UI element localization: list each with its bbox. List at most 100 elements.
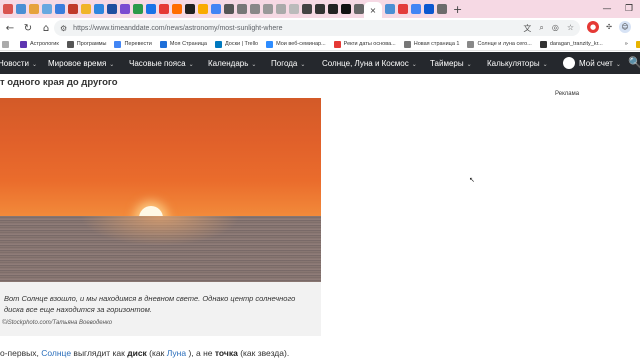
bookmark-label: Программы [76, 41, 107, 47]
tab-favicon[interactable] [385, 4, 395, 14]
nav-label: Солнце, Луна и Космос [322, 59, 409, 68]
search-icon[interactable]: 🔍 [628, 56, 640, 69]
nav-world-time[interactable]: Мировое время ⌄ [48, 59, 114, 68]
nav-calendar[interactable]: Календарь ⌄ [208, 59, 256, 68]
photo-sky [0, 98, 321, 216]
bookmark-favicon-icon [333, 40, 341, 48]
bookmark-item[interactable]: Моя Страница [159, 40, 207, 48]
nav-time-zones[interactable]: Часовые пояса ⌄ [129, 59, 194, 68]
tab-favicon[interactable] [120, 4, 130, 14]
site-info-icon[interactable]: ⚙ [60, 24, 67, 33]
tab-favicon[interactable] [328, 4, 338, 14]
tab-favicon[interactable] [237, 4, 247, 14]
tab-favicon[interactable] [81, 4, 91, 14]
tab-favicon[interactable] [341, 4, 351, 14]
tab-favicon[interactable] [424, 4, 434, 14]
tab-favicon[interactable] [276, 4, 286, 14]
new-tab-button[interactable]: + [453, 3, 462, 16]
chevron-down-icon: ⌄ [300, 62, 306, 68]
bookmark-item[interactable]: Астрологик [20, 40, 59, 48]
tab-favicon[interactable] [185, 4, 195, 14]
nav-my-account[interactable]: Мой счет ⌄ [579, 59, 621, 68]
reload-button[interactable]: ↻ [20, 20, 36, 36]
bookmark-favicon-icon [159, 40, 167, 48]
tab-favicon[interactable] [315, 4, 325, 14]
bookmark-favicon-icon [215, 40, 222, 48]
bookmark-item[interactable]: Рекги даты основа... [333, 40, 396, 48]
tab-favicon[interactable] [411, 4, 421, 14]
browser-toolbar: ← ↻ ⌂ ⚙ https://www.timeanddate.com/news… [0, 18, 640, 38]
profile-icon[interactable]: ☺ [619, 21, 631, 33]
bookmark-item[interactable]: Доски | Trello [215, 40, 258, 48]
nav-news[interactable]: Новости ⌄ [0, 59, 37, 68]
tab-favicon[interactable] [302, 4, 312, 14]
tab-favicon[interactable] [16, 4, 26, 14]
extensions-puzzle-icon[interactable]: ✣ [603, 21, 615, 33]
nav-label: Мировое время [48, 59, 107, 68]
tab-favicon[interactable] [289, 4, 299, 14]
bookmark-favicon-icon [20, 40, 27, 48]
extension-icon[interactable]: ● [587, 21, 599, 33]
photo-caption: Вот Солнце взошло, и мы находимся в днев… [4, 294, 296, 314]
bookmarks-overflow-button[interactable]: » [625, 41, 628, 47]
tab-favicon[interactable] [211, 4, 221, 14]
tab-favicon[interactable] [3, 4, 13, 14]
tab-favicon[interactable] [437, 4, 447, 14]
bookmark-label: Моя Страница [169, 41, 207, 47]
account-icon[interactable] [563, 57, 575, 69]
nav-weather[interactable]: Погода ⌄ [271, 59, 305, 68]
translate-icon[interactable]: 文 [523, 23, 531, 34]
tab-favicon[interactable] [224, 4, 234, 14]
para-text: (как звезда). [237, 348, 290, 358]
moon-link[interactable]: Луна [167, 348, 186, 358]
para-bold: диск [127, 348, 147, 358]
nav-sun-moon-space[interactable]: Солнце, Луна и Космос ⌄ [322, 59, 417, 68]
nav-timers[interactable]: Таймеры ⌄ [430, 59, 472, 68]
zoom-icon[interactable]: ⌕ [539, 23, 543, 34]
minimize-button[interactable]: — [596, 0, 618, 18]
active-tab[interactable]: × [364, 2, 382, 18]
tab-favicon[interactable] [107, 4, 117, 14]
para-bold: точка [214, 348, 238, 358]
chevron-down-icon: ⌄ [251, 62, 257, 68]
tab-favicon[interactable] [133, 4, 143, 14]
url-text[interactable]: https://www.timeanddate.com/news/astrono… [73, 25, 282, 32]
home-button[interactable]: ⌂ [38, 20, 54, 36]
tab-favicon[interactable] [172, 4, 182, 14]
star-icon[interactable]: ☆ [567, 23, 574, 34]
tab-favicon[interactable] [250, 4, 260, 14]
address-bar[interactable]: ⚙ https://www.timeanddate.com/news/astro… [54, 20, 580, 36]
back-button[interactable]: ← [2, 20, 18, 36]
tab-favicon[interactable] [68, 4, 78, 14]
tab-favicon[interactable] [94, 4, 104, 14]
tab-favicon[interactable] [42, 4, 52, 14]
bookmark-label: Рекги даты основа... [343, 41, 396, 47]
nav-label: Калькуляторы [487, 59, 540, 68]
para-text: выглядит как [71, 348, 128, 358]
eye-off-icon[interactable]: ◎ [552, 23, 559, 34]
bookmark-item[interactable]: Перевести [114, 40, 152, 48]
tab-favicon[interactable] [146, 4, 156, 14]
tab-favicon[interactable] [263, 4, 273, 14]
bookmark-item[interactable]: Программы [66, 40, 107, 48]
all-bookmarks-button[interactable]: Все закл [635, 40, 640, 48]
tab-strip: × + [0, 0, 640, 18]
bookmark-label: Новая страница 1 [413, 41, 460, 47]
tab-favicon[interactable] [354, 4, 364, 14]
sun-link[interactable]: Солнце [41, 348, 71, 358]
maximize-button[interactable]: ❐ [618, 0, 640, 18]
nav-label: Мой счет [579, 59, 613, 68]
tab-favicon[interactable] [55, 4, 65, 14]
ad-label: Реклама [555, 91, 580, 97]
tab-favicon[interactable] [159, 4, 169, 14]
bookmark-item[interactable]: Новая страница 1 [403, 40, 460, 48]
bookmark-item[interactable]: Солнце и луна сего... [467, 40, 532, 48]
tab-favicon[interactable] [198, 4, 208, 14]
apps-icon[interactable] [2, 40, 12, 48]
tab-favicon[interactable] [398, 4, 408, 14]
nav-label: Календарь [208, 59, 249, 68]
bookmark-item[interactable]: Мои веб-семинар... [266, 40, 326, 48]
tab-favicon[interactable] [29, 4, 39, 14]
bookmark-item[interactable]: daragan_tranzity_kr... [539, 40, 603, 48]
nav-calculators[interactable]: Калькуляторы ⌄ [487, 59, 548, 68]
